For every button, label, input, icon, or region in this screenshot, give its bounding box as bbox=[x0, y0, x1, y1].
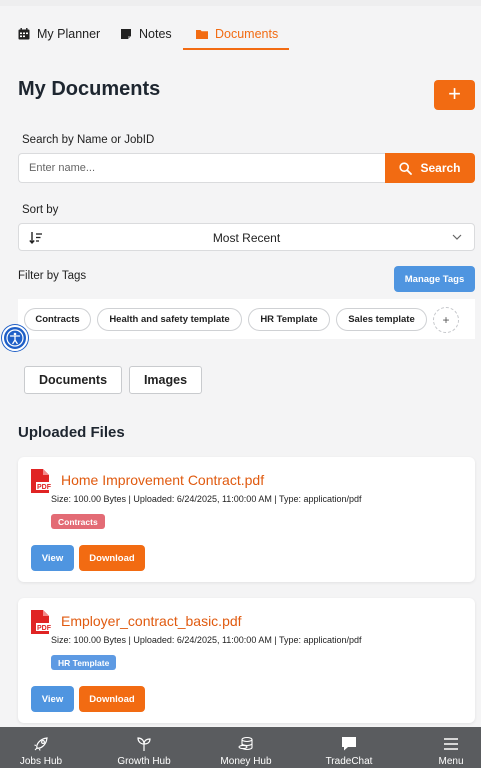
tag-chip-health-safety[interactable]: Health and safety template bbox=[97, 308, 242, 331]
sort-select[interactable]: Most Recent bbox=[18, 223, 475, 251]
view-button[interactable]: View bbox=[31, 545, 74, 571]
nav-label: Growth Hub bbox=[117, 756, 171, 767]
svg-text:PDF: PDF bbox=[37, 484, 51, 491]
tab-bar: My Planner Notes Documents bbox=[0, 18, 481, 50]
sprout-icon bbox=[137, 737, 151, 751]
search-label: Search by Name or JobID bbox=[22, 134, 155, 146]
search-button[interactable]: Search bbox=[385, 153, 475, 183]
tags-row: Contracts Health and safety template HR … bbox=[18, 299, 475, 339]
svg-text:PDF: PDF bbox=[37, 625, 51, 632]
pdf-file-icon: PDF bbox=[31, 610, 51, 634]
add-tag-button[interactable]: + bbox=[433, 307, 459, 333]
tab-documents[interactable]: Documents bbox=[196, 18, 278, 50]
folder-icon bbox=[196, 30, 208, 39]
nav-jobs-hub[interactable]: Jobs Hub bbox=[0, 727, 86, 768]
file-card: PDF Employer_contract_basic.pdf Size: 10… bbox=[18, 598, 475, 723]
nav-label: Money Hub bbox=[220, 756, 272, 767]
search-input[interactable] bbox=[18, 153, 386, 183]
nav-label: Jobs Hub bbox=[19, 756, 63, 767]
sort-value: Most Recent bbox=[212, 231, 281, 245]
tag-chip-hr-template[interactable]: HR Template bbox=[248, 308, 330, 331]
images-toggle-button[interactable]: Images bbox=[129, 366, 202, 394]
bottom-nav: Jobs Hub Growth Hub Money Hub TradeChat … bbox=[0, 727, 481, 768]
note-icon bbox=[121, 29, 131, 39]
view-button[interactable]: View bbox=[31, 686, 74, 712]
nav-label: TradeChat bbox=[325, 756, 373, 767]
tab-my-planner[interactable]: My Planner bbox=[18, 18, 100, 50]
chat-icon bbox=[342, 737, 356, 751]
manage-tags-button[interactable]: Manage Tags bbox=[394, 266, 475, 292]
tag-chip-sales-template[interactable]: Sales template bbox=[336, 308, 427, 331]
download-button[interactable]: Download bbox=[79, 545, 145, 571]
download-button[interactable]: Download bbox=[79, 686, 145, 712]
file-meta: Size: 100.00 Bytes | Uploaded: 6/24/2025… bbox=[51, 635, 362, 645]
tab-label: Notes bbox=[139, 27, 172, 41]
page-title: My Documents bbox=[18, 78, 161, 100]
calendar-icon bbox=[18, 28, 30, 40]
add-document-button[interactable]: + bbox=[434, 80, 475, 110]
nav-money-hub[interactable]: Money Hub bbox=[201, 727, 291, 768]
menu-icon bbox=[444, 738, 458, 750]
sort-label: Sort by bbox=[22, 204, 59, 216]
file-card: PDF Home Improvement Contract.pdf Size: … bbox=[18, 457, 475, 582]
uploaded-files-title: Uploaded Files bbox=[18, 424, 125, 441]
filter-label: Filter by Tags bbox=[18, 270, 87, 282]
file-name[interactable]: Employer_contract_basic.pdf bbox=[61, 613, 242, 629]
search-bar: Search bbox=[18, 153, 475, 183]
nav-menu[interactable]: Menu bbox=[406, 727, 481, 768]
rocket-icon bbox=[34, 737, 48, 751]
documents-toggle-button[interactable]: Documents bbox=[24, 366, 122, 394]
search-button-label: Search bbox=[420, 161, 461, 175]
accessibility-button[interactable] bbox=[2, 325, 28, 351]
tab-label: My Planner bbox=[37, 27, 101, 41]
tab-label: Documents bbox=[215, 27, 279, 41]
file-tag-badge: HR Template bbox=[51, 655, 117, 670]
file-name[interactable]: Home Improvement Contract.pdf bbox=[61, 472, 264, 488]
top-strip bbox=[0, 0, 481, 6]
nav-growth-hub[interactable]: Growth Hub bbox=[99, 727, 189, 768]
tab-notes[interactable]: Notes bbox=[120, 18, 172, 50]
coins-icon bbox=[238, 736, 253, 751]
tag-chip-contracts[interactable]: Contracts bbox=[24, 308, 91, 331]
chevron-down-icon bbox=[452, 234, 462, 240]
nav-tradechat[interactable]: TradeChat bbox=[304, 727, 394, 768]
nav-label: Menu bbox=[438, 756, 464, 767]
accessibility-icon bbox=[6, 329, 24, 347]
search-icon bbox=[399, 161, 413, 175]
file-meta: Size: 100.00 Bytes | Uploaded: 6/24/2025… bbox=[51, 494, 362, 504]
pdf-file-icon: PDF bbox=[31, 469, 51, 493]
file-tag-badge: Contracts bbox=[51, 514, 105, 529]
active-tab-indicator bbox=[183, 48, 289, 50]
